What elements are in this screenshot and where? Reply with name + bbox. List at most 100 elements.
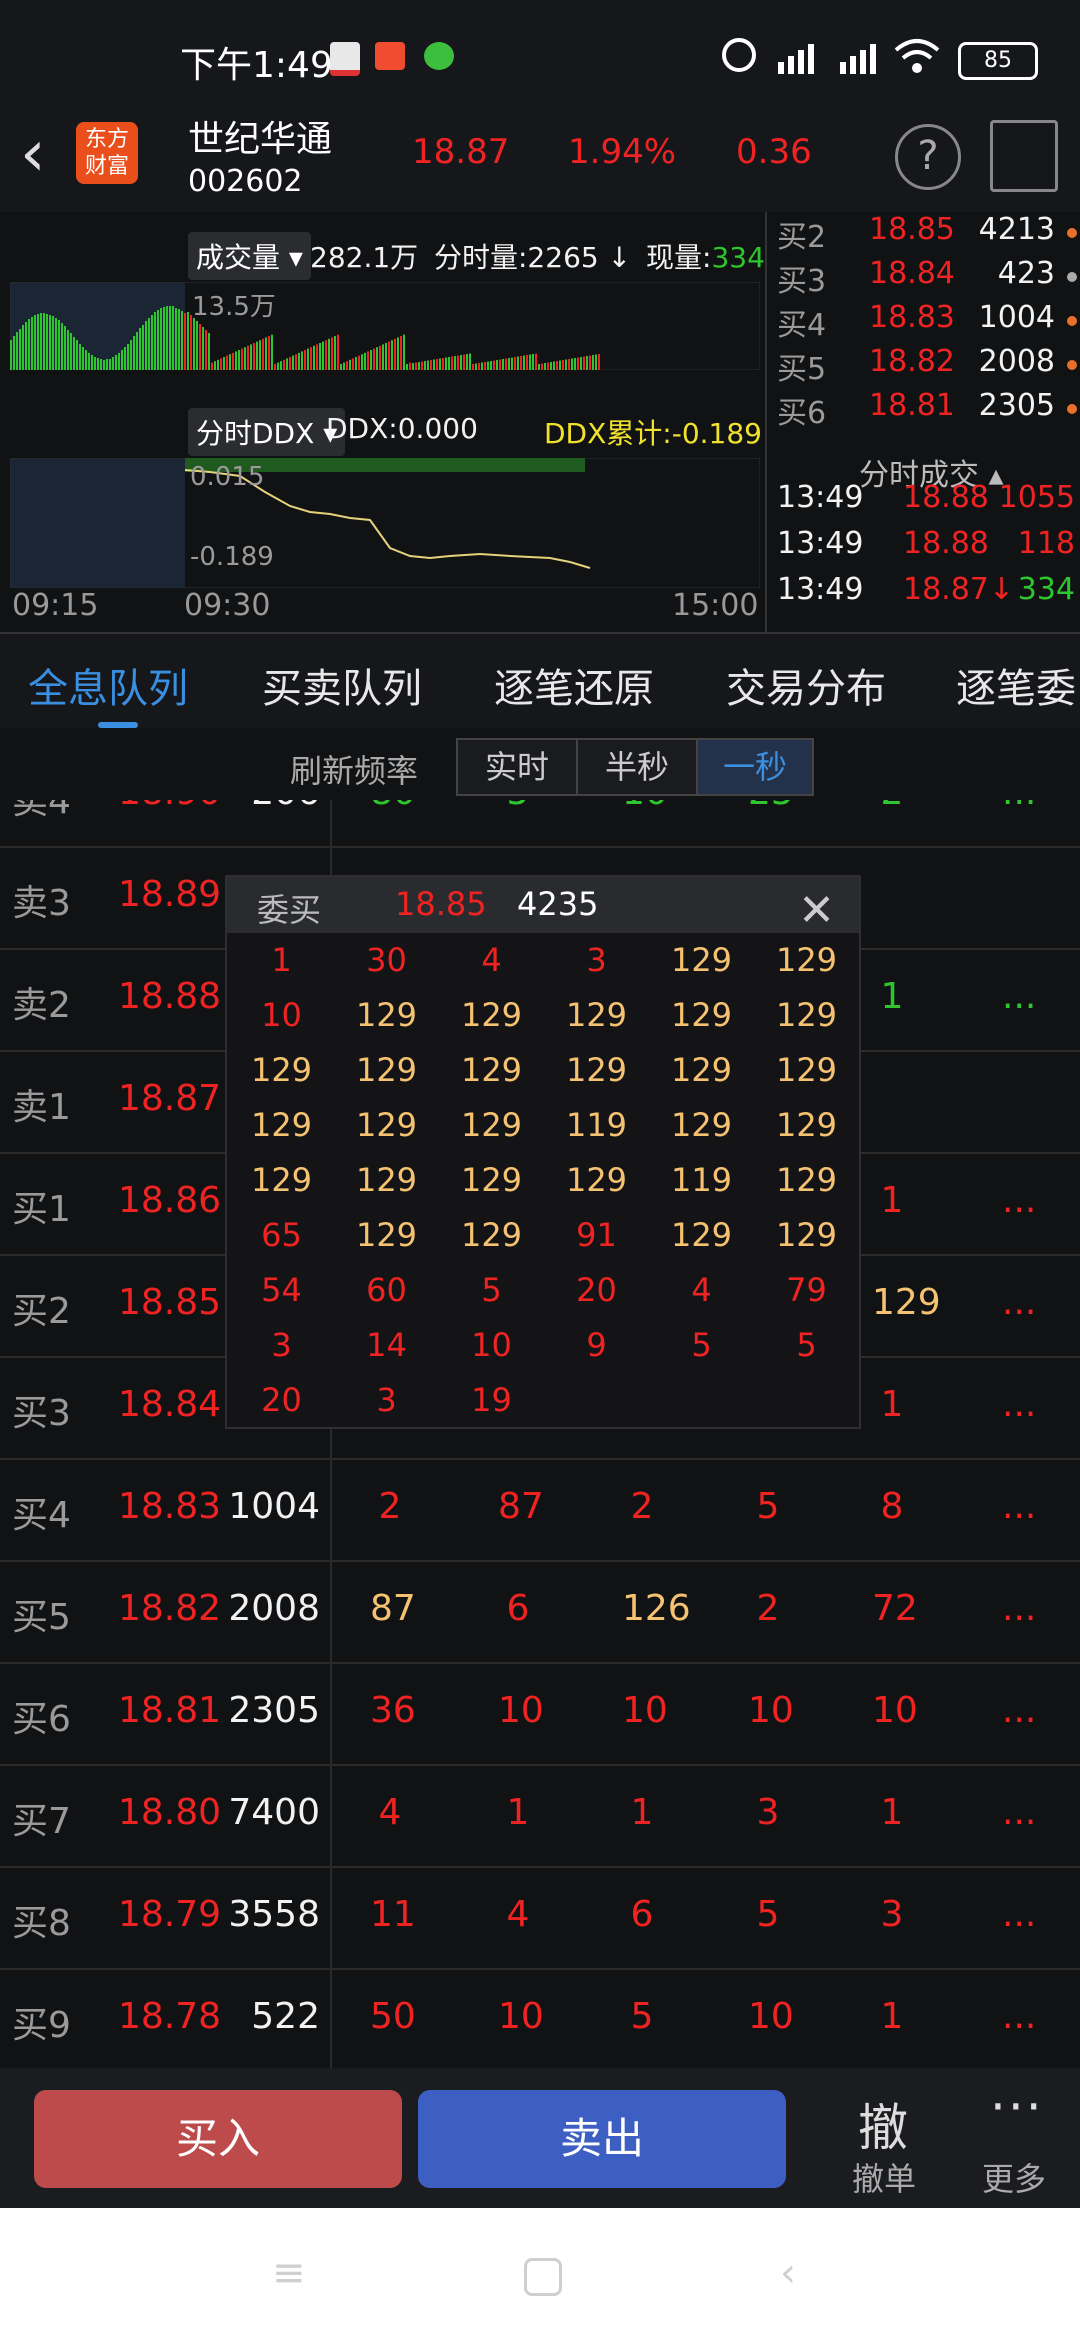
volume-bar — [79, 344, 81, 370]
volume-bar — [427, 360, 429, 370]
queue-row[interactable]: 买5 18.82 2008 87 6 126 2 72... — [0, 1560, 1080, 1664]
tab-bid-ask-queue[interactable]: 买卖队列 — [262, 656, 422, 714]
current-volume: 现量:334 — [646, 241, 765, 274]
popup-cell: 129 — [250, 1051, 313, 1089]
buy-button[interactable]: 买入 — [34, 2090, 402, 2188]
queue-more[interactable]: ... — [1002, 1384, 1036, 1425]
status-bar: 下午1:49 85 — [0, 0, 1080, 100]
queue-more[interactable]: ... — [1002, 1894, 1036, 1935]
queue-row[interactable]: 买9 18.78 522 50 10 5 10 1... — [0, 1968, 1080, 2068]
volume-bar — [481, 362, 483, 370]
queue-price: 18.88 — [118, 976, 222, 1017]
refresh-one-second[interactable]: 一秒 — [696, 738, 814, 796]
volume-selector[interactable]: 成交量 ▾ — [188, 232, 311, 280]
queue-more[interactable]: ... — [1002, 1996, 1036, 2037]
volume-bar — [187, 312, 189, 370]
volume-bar — [307, 348, 309, 370]
volume-bar — [445, 357, 447, 370]
volume-bar — [118, 353, 120, 370]
queue-more[interactable]: ... — [1002, 976, 1036, 1017]
help-icon[interactable]: ? — [895, 124, 961, 190]
volume-bar — [184, 313, 186, 370]
stock-code: 002602 — [188, 164, 303, 199]
order-book-row[interactable]: 买2 18.85 4213 — [777, 212, 1077, 256]
cancel-order-label[interactable]: 撤单 — [852, 2154, 916, 2200]
signal-icon — [778, 44, 876, 74]
volume-bar — [34, 315, 36, 370]
queue-row[interactable]: 买4 18.83 1004 2 87 2 5 8... — [0, 1458, 1080, 1562]
volume-bar — [13, 336, 15, 370]
queue-cell: 1 — [880, 1996, 904, 2037]
sell-button[interactable]: 卖出 — [418, 2090, 786, 2188]
queue-cell: 1 — [880, 1384, 904, 1425]
ddx-selector[interactable]: 分时DDX ▾ — [188, 408, 346, 456]
queue-more[interactable]: ... — [1002, 1180, 1036, 1221]
tab-tick-orders[interactable]: 逐笔委 — [956, 656, 1076, 714]
volume-bar — [580, 357, 582, 370]
queue-row[interactable]: 买8 18.79 3558 11 4 6 5 3... — [0, 1866, 1080, 1970]
queue-cell: 5 — [756, 1486, 780, 1527]
volume-bar — [547, 362, 549, 370]
more-label[interactable]: 更多 — [982, 2154, 1046, 2200]
order-book-volume: 4213 — [978, 212, 1055, 247]
volume-bar — [217, 359, 219, 370]
order-book-row[interactable]: 买4 18.83 1004 — [777, 300, 1077, 344]
volume-bar — [457, 355, 459, 370]
volume-bar — [439, 358, 441, 370]
tab-trade-distribution[interactable]: 交易分布 — [726, 656, 886, 714]
volume-bar — [562, 360, 564, 370]
queue-row[interactable]: 卖4 18.90 206 80 5 10 25 2... — [0, 800, 1080, 848]
volume-bar — [598, 354, 600, 370]
order-book-row[interactable]: 买3 18.84 423 — [777, 256, 1077, 300]
order-book-row[interactable]: 买6 18.81 2305 — [777, 388, 1077, 432]
queue-cell: 10 — [498, 1996, 544, 2037]
volume-bar — [451, 356, 453, 370]
menu-icon[interactable]: ≡ — [272, 2250, 306, 2296]
volume-bar — [499, 359, 501, 370]
cancel-order-icon[interactable]: 撤 — [858, 2088, 908, 2160]
home-icon[interactable] — [524, 2258, 562, 2296]
queue-more[interactable]: ... — [1002, 1690, 1036, 1731]
order-book-row[interactable]: 买5 18.82 2008 — [777, 344, 1077, 388]
volume-bar — [532, 354, 534, 370]
queue-price: 18.81 — [118, 1690, 222, 1731]
ddx-bottom-label: -0.189 — [190, 542, 274, 572]
volume-bar — [253, 343, 255, 370]
tab-full-queue[interactable]: 全息队列 — [28, 656, 188, 714]
queue-more[interactable]: ... — [1002, 1588, 1036, 1629]
volume-bar — [415, 362, 417, 370]
queue-row[interactable]: 买6 18.81 2305 36 10 10 10 10... — [0, 1662, 1080, 1766]
volume-bar — [70, 333, 72, 370]
queue-price: 18.82 — [118, 1588, 222, 1629]
order-book-label: 买4 — [777, 308, 827, 343]
close-icon[interactable]: ✕ — [798, 885, 835, 936]
volume-bar — [382, 344, 384, 370]
popup-cell: 129 — [775, 996, 838, 1034]
volume-bar — [313, 345, 315, 370]
queue-row[interactable]: 买7 18.80 7400 4 1 1 3 1... — [0, 1764, 1080, 1868]
more-icon[interactable]: ··· — [990, 2078, 1044, 2136]
volume-bar — [115, 355, 117, 370]
switch-layout-icon[interactable] — [990, 120, 1058, 192]
refresh-half-second[interactable]: 半秒 — [576, 738, 698, 796]
order-book-price: 18.82 — [869, 344, 955, 379]
trade-price: 18.88 — [903, 480, 989, 515]
queue-more[interactable]: ... — [1002, 1792, 1036, 1833]
order-book-volume: 2008 — [978, 344, 1055, 379]
volume-bar — [421, 361, 423, 370]
queue-more[interactable]: ... — [1002, 800, 1036, 813]
popup-title: 委买 — [257, 891, 322, 929]
tab-tick-restore[interactable]: 逐笔还原 — [494, 656, 654, 714]
queue-cell: 5 — [630, 1996, 654, 2037]
queue-more[interactable]: ... — [1002, 1282, 1036, 1323]
queue-cell: 2 — [872, 800, 912, 813]
back-nav-icon[interactable]: ‹ — [780, 2250, 796, 2296]
queue-more[interactable]: ... — [1002, 1486, 1036, 1527]
popup-cell: 79 — [786, 1271, 827, 1309]
volume-bar — [55, 318, 57, 370]
order-book-price: 18.83 — [869, 300, 955, 335]
intraday-chart: 成交量 ▾ 282.1万 分时量:2265 ↓ 现量:334 13.5万 分时D… — [0, 212, 765, 632]
refresh-realtime[interactable]: 实时 — [456, 738, 578, 796]
volume-bar — [46, 314, 48, 370]
back-icon[interactable]: ‹ — [20, 122, 46, 186]
